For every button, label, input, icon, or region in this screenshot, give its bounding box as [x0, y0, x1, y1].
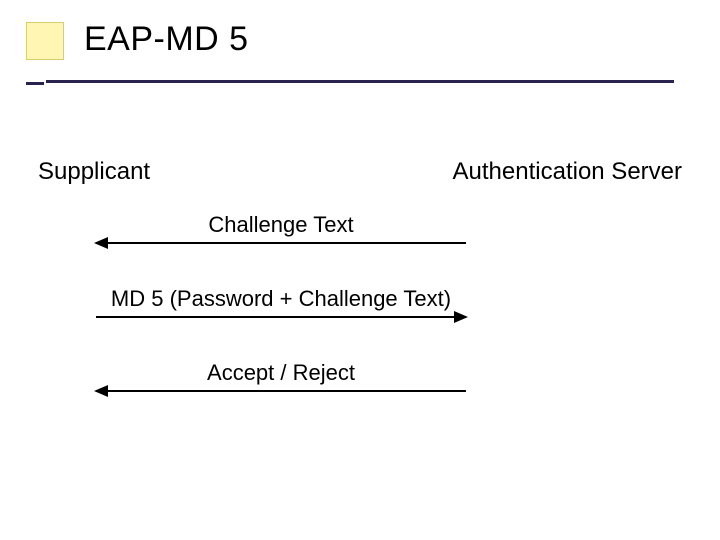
arrow-label: MD 5 (Password + Challenge Text)	[96, 286, 466, 312]
arrow-md5-response: MD 5 (Password + Challenge Text)	[96, 316, 466, 318]
title-underline	[46, 80, 674, 83]
slide-title: EAP-MD 5	[84, 20, 249, 59]
arrowhead-left-icon	[94, 385, 108, 397]
arrowhead-right-icon	[454, 311, 468, 323]
arrow-challenge: Challenge Text	[96, 242, 466, 244]
arrow-label: Challenge Text	[96, 212, 466, 238]
arrowhead-left-icon	[94, 237, 108, 249]
actor-auth-server: Authentication Server	[453, 158, 682, 186]
title-underline-notch	[26, 82, 44, 85]
title-bullet-square	[26, 22, 64, 60]
actor-supplicant: Supplicant	[38, 158, 150, 186]
arrow-label: Accept / Reject	[96, 360, 466, 386]
arrow-accept-reject: Accept / Reject	[96, 390, 466, 392]
